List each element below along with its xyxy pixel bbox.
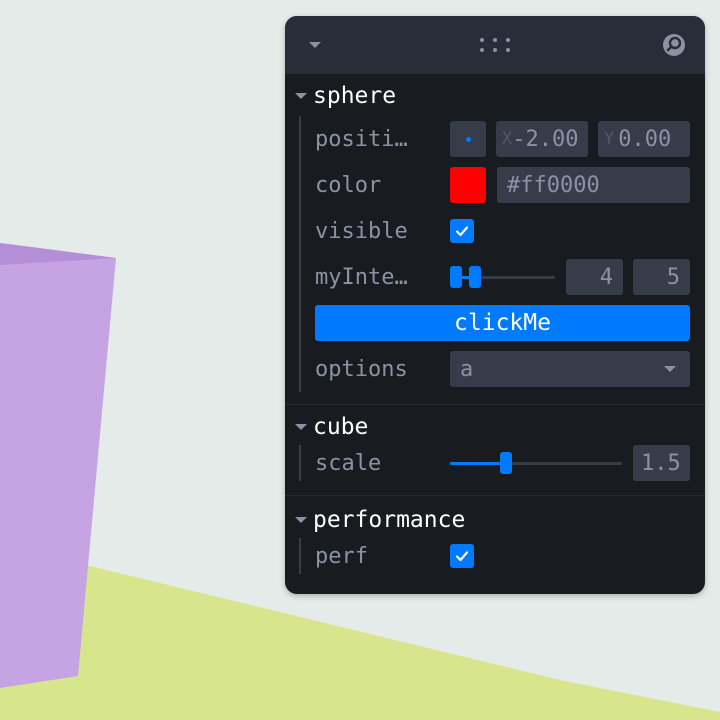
- chevron-down-icon: [295, 407, 313, 447]
- folder-sphere-header[interactable]: sphere: [285, 76, 705, 116]
- folder-title: performance: [313, 507, 466, 533]
- color-hex-input[interactable]: #ff0000: [497, 167, 690, 203]
- scale-label: scale: [315, 450, 382, 476]
- options-label: options: [315, 356, 408, 382]
- options-select[interactable]: a: [450, 351, 690, 387]
- scale-row: scale 1.5: [315, 445, 705, 481]
- position-x-input[interactable]: X -2.00: [496, 121, 588, 157]
- panel-titlebar[interactable]: [285, 16, 705, 74]
- visible-checkbox[interactable]: [450, 219, 474, 243]
- checkmark-icon: [455, 226, 469, 237]
- drag-handle-icon[interactable]: [478, 16, 512, 74]
- folder-performance-header[interactable]: performance: [285, 502, 705, 538]
- scale-input[interactable]: 1.5: [633, 445, 690, 481]
- interval-max-handle[interactable]: [469, 266, 481, 288]
- button-row: clickMe: [315, 300, 705, 346]
- scale-value: 1.5: [641, 450, 681, 476]
- folder-title: sphere: [313, 83, 397, 109]
- chevron-down-icon: [295, 76, 313, 116]
- interval-min-value: 4: [599, 264, 613, 290]
- scale-fill: [450, 462, 506, 465]
- position-joystick[interactable]: [450, 121, 486, 157]
- panel-content: sphere positi… X -2.00 Y 0.00 color #ff0…: [285, 76, 705, 574]
- search-icon[interactable]: [661, 16, 687, 74]
- options-selected-value: a: [460, 356, 474, 382]
- perf-row: perf: [315, 538, 705, 574]
- chevron-down-icon[interactable]: [305, 16, 325, 74]
- chevron-down-icon: [664, 366, 676, 372]
- folder-performance-body: perf: [299, 538, 705, 574]
- position-y-input[interactable]: Y 0.00: [598, 121, 690, 157]
- chevron-down-icon: [295, 500, 313, 540]
- position-label: positi…: [315, 126, 408, 152]
- scale-slider[interactable]: [450, 445, 622, 481]
- y-value: 0.00: [618, 126, 672, 152]
- color-label: color: [315, 172, 382, 198]
- checkmark-icon: [455, 551, 469, 562]
- visible-row: visible: [315, 208, 705, 254]
- folder-cube: cube scale 1.5: [285, 409, 705, 481]
- interval-min-handle[interactable]: [450, 266, 462, 288]
- folder-cube-header[interactable]: cube: [285, 409, 705, 445]
- folder-title: cube: [313, 414, 369, 440]
- x-prefix: X: [502, 129, 513, 149]
- options-row: options a: [315, 346, 705, 392]
- interval-max-value: 5: [666, 264, 680, 290]
- visible-label: visible: [315, 218, 408, 244]
- myinterval-label: myInte…: [315, 264, 408, 290]
- x-value: -2.00: [512, 126, 579, 152]
- controls-panel: sphere positi… X -2.00 Y 0.00 color #ff0…: [285, 16, 705, 594]
- perf-checkbox[interactable]: [450, 544, 474, 568]
- color-hex-value: #ff0000: [507, 172, 600, 198]
- folder-performance: performance perf: [285, 502, 705, 574]
- position-row: positi… X -2.00 Y 0.00: [315, 116, 705, 162]
- color-row: color #ff0000: [315, 162, 705, 208]
- folder-sphere-body: positi… X -2.00 Y 0.00 color #ff0000 vis…: [299, 116, 705, 392]
- perf-label: perf: [315, 543, 368, 569]
- myinterval-row: myInte… 4 5: [315, 254, 705, 300]
- folder-sphere: sphere positi… X -2.00 Y 0.00 color #ff0…: [285, 76, 705, 392]
- y-prefix: Y: [604, 129, 615, 149]
- click-me-button[interactable]: clickMe: [315, 305, 690, 341]
- folder-cube-body: scale 1.5: [299, 445, 705, 481]
- color-swatch[interactable]: [450, 167, 486, 203]
- interval-slider[interactable]: [450, 259, 555, 295]
- interval-max-input[interactable]: 5: [633, 259, 690, 295]
- joystick-dot-icon: [465, 136, 471, 142]
- scale-handle[interactable]: [500, 452, 512, 474]
- interval-min-input[interactable]: 4: [566, 259, 623, 295]
